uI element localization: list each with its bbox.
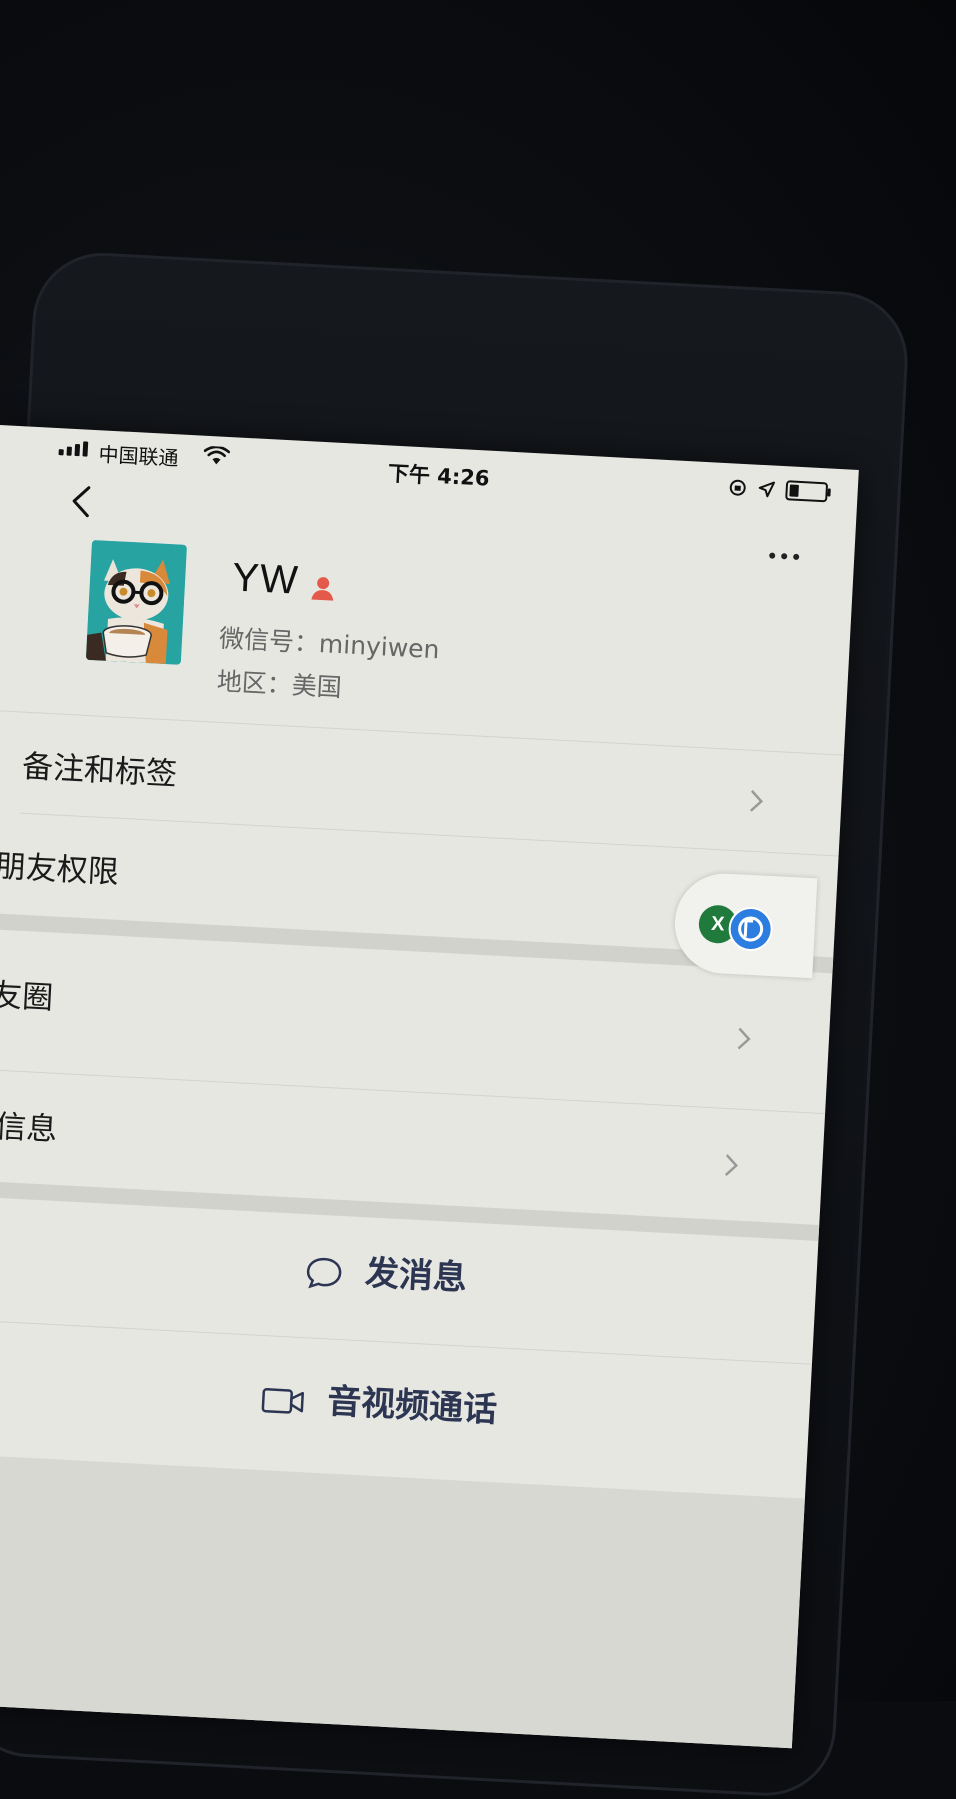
phone-screen: 中国联通 下午 4:26 — [0, 425, 859, 1748]
wechat-id-text: 微信号：minyiwen — [218, 619, 440, 666]
region-text: 地区：美国 — [216, 662, 343, 704]
send-message-button[interactable]: 发消息 — [0, 1224, 817, 1318]
send-message-label: 发消息 — [364, 1253, 468, 1298]
signal-icon — [59, 440, 89, 456]
chevron-right-icon — [724, 1153, 739, 1178]
battery-icon — [785, 480, 828, 502]
avatar[interactable] — [86, 540, 187, 665]
chevron-right-icon — [749, 789, 764, 814]
moments-label: 朋友圈 — [0, 968, 54, 1018]
video-call-button[interactable]: 音视频通话 — [0, 1354, 810, 1448]
chat-bubble-icon — [304, 1255, 344, 1291]
cat-avatar-image — [86, 540, 187, 665]
more-dot-icon — [781, 553, 787, 559]
divider — [0, 1319, 812, 1365]
profile-name: YW — [231, 555, 300, 603]
location-icon — [757, 480, 776, 499]
p-app-icon — [728, 906, 774, 952]
more-dot-icon — [769, 552, 775, 558]
floating-app-bubble[interactable]: X — [672, 871, 817, 978]
video-camera-icon — [261, 1385, 307, 1417]
orientation-lock-icon — [727, 477, 748, 498]
carrier-label: 中国联通 — [98, 438, 179, 471]
remark-tags-label: 备注和标签 — [21, 741, 178, 794]
bottom-area — [0, 1454, 805, 1749]
gender-person-icon — [309, 573, 336, 602]
more-dot-icon — [793, 554, 799, 560]
friend-permissions-label: 朋友权限 — [0, 840, 120, 891]
chevron-right-icon — [736, 1026, 751, 1051]
more-options-button[interactable] — [769, 545, 810, 567]
status-time: 下午 4:26 — [387, 457, 490, 492]
status-right-icons — [727, 477, 828, 502]
wifi-icon — [203, 446, 230, 467]
video-call-label: 音视频通话 — [326, 1381, 498, 1430]
more-info-label: 更多信息 — [0, 1098, 59, 1149]
back-chevron-icon[interactable] — [65, 481, 97, 523]
